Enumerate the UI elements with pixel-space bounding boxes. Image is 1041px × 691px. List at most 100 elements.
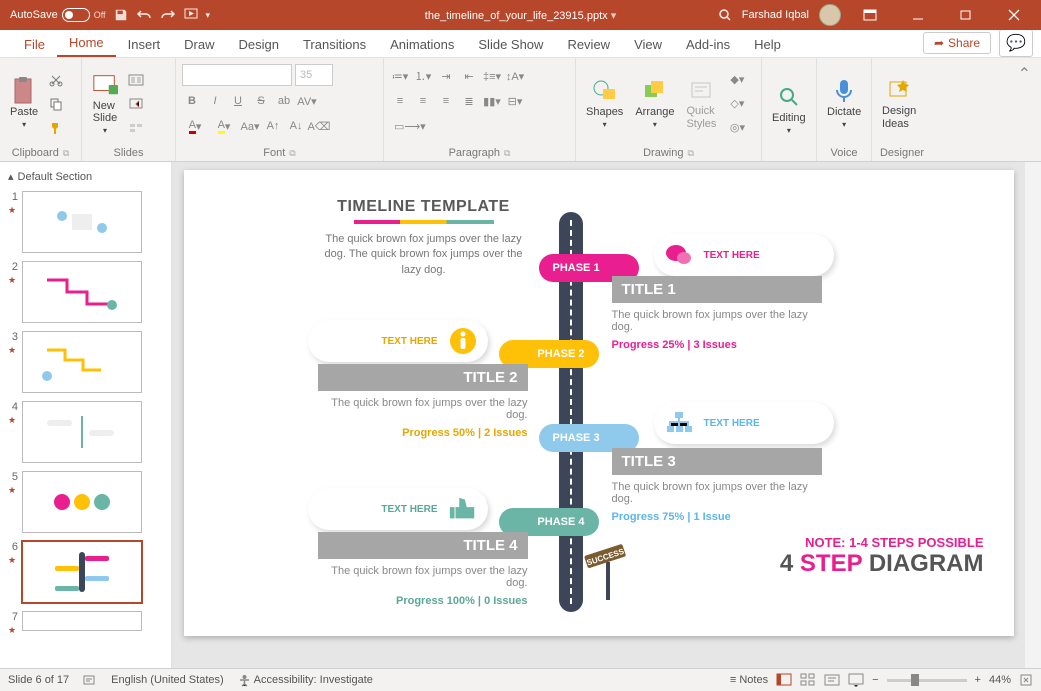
thumbnail-4[interactable]: 4★: [0, 397, 171, 467]
grow-font-button[interactable]: A↑: [263, 116, 283, 136]
comments-button[interactable]: 💬: [999, 29, 1033, 57]
tab-slideshow[interactable]: Slide Show: [466, 32, 555, 57]
tab-home[interactable]: Home: [57, 30, 116, 57]
zoom-in-button[interactable]: +: [975, 674, 981, 686]
columns-button[interactable]: ▮▮▾: [482, 91, 502, 111]
spellcheck-button[interactable]: [83, 673, 97, 687]
spacing-button[interactable]: AV▾: [297, 91, 317, 111]
ribbon-display-button[interactable]: [851, 0, 889, 30]
italic-button[interactable]: I: [205, 91, 225, 111]
share-button[interactable]: ➦Share: [923, 32, 991, 54]
tab-file[interactable]: File: [12, 32, 57, 57]
justify-button[interactable]: ≣: [459, 91, 479, 111]
tab-help[interactable]: Help: [742, 32, 793, 57]
vertical-scrollbar[interactable]: [1025, 162, 1041, 668]
thumbnail-7[interactable]: 7★: [0, 607, 171, 640]
save-button[interactable]: [114, 8, 128, 22]
increase-list-button[interactable]: ⇥: [436, 66, 456, 86]
accessibility-button[interactable]: Accessibility: Investigate: [238, 674, 373, 687]
design-ideas-button[interactable]: Design Ideas: [878, 75, 920, 131]
notes-button[interactable]: ≡ Notes: [730, 674, 768, 686]
qat-customize-button[interactable]: ▾: [206, 10, 211, 21]
font-color-button[interactable]: A▾: [182, 116, 208, 136]
underline-button[interactable]: U: [228, 91, 248, 111]
autosave-toggle[interactable]: AutoSave Off: [10, 8, 106, 22]
sorter-view-button[interactable]: [800, 673, 816, 687]
shape-fill-button[interactable]: ◆▾: [724, 70, 750, 90]
cut-button[interactable]: [46, 70, 66, 90]
normal-view-button[interactable]: [776, 673, 792, 687]
font-dialog-launcher[interactable]: ⧉: [289, 148, 295, 159]
tab-animations[interactable]: Animations: [378, 32, 466, 57]
slide-canvas[interactable]: TIMELINE TEMPLATE The quick brown fox ju…: [184, 170, 1014, 636]
align-left-button[interactable]: ≡: [390, 91, 410, 111]
new-slide-button[interactable]: New Slide▾: [88, 70, 122, 137]
section-header[interactable]: ▴Default Section: [0, 166, 171, 187]
zoom-level[interactable]: 44%: [989, 674, 1011, 686]
clipboard-dialog-launcher[interactable]: ⧉: [63, 148, 69, 159]
strike-button[interactable]: S: [251, 91, 271, 111]
undo-button[interactable]: [136, 8, 152, 22]
phase-1-pill[interactable]: TEXT HERE: [654, 234, 834, 276]
phase-2-pill[interactable]: TEXT HERE: [308, 320, 488, 362]
align-center-button[interactable]: ≡: [413, 91, 433, 111]
tab-view[interactable]: View: [622, 32, 674, 57]
reading-view-button[interactable]: [824, 673, 840, 687]
dictate-button[interactable]: Dictate▾: [823, 76, 865, 131]
redo-button[interactable]: [160, 8, 176, 22]
thumbnail-6[interactable]: 6★: [0, 537, 171, 607]
shrink-font-button[interactable]: A↓: [286, 116, 306, 136]
user-avatar[interactable]: [819, 4, 841, 26]
clear-format-button[interactable]: A⌫: [309, 116, 329, 136]
success-sign[interactable]: SUCCESS: [579, 542, 639, 592]
title-4-block[interactable]: TITLE 4 The quick brown fox jumps over t…: [318, 532, 528, 607]
text-direction-button[interactable]: ↕A▾: [505, 66, 525, 86]
reset-button[interactable]: [126, 94, 146, 114]
format-painter-button[interactable]: [46, 118, 66, 138]
section-button[interactable]: [126, 118, 146, 138]
copy-button[interactable]: [46, 94, 66, 114]
drawing-dialog-launcher[interactable]: ⧉: [687, 148, 693, 159]
slideshow-view-button[interactable]: [848, 673, 864, 687]
slide-counter[interactable]: Slide 6 of 17: [8, 674, 69, 686]
decrease-list-button[interactable]: ⇤: [459, 66, 479, 86]
minimize-button[interactable]: [899, 0, 937, 30]
shadow-button[interactable]: ab: [274, 91, 294, 111]
zoom-slider[interactable]: [887, 679, 967, 682]
font-family-combo[interactable]: [182, 64, 292, 86]
layout-button[interactable]: [126, 70, 146, 90]
title-3-block[interactable]: TITLE 3 The quick brown fox jumps over t…: [612, 448, 822, 523]
quick-styles-button[interactable]: Quick Styles: [682, 75, 720, 131]
title-1-block[interactable]: TITLE 1 The quick brown fox jumps over t…: [612, 276, 822, 351]
search-button[interactable]: [718, 8, 732, 22]
maximize-button[interactable]: [947, 0, 985, 30]
highlight-button[interactable]: A▾: [211, 116, 237, 136]
zoom-out-button[interactable]: −: [872, 674, 878, 686]
bold-button[interactable]: B: [182, 91, 202, 111]
tab-transitions[interactable]: Transitions: [291, 32, 378, 57]
tab-review[interactable]: Review: [555, 32, 622, 57]
slide-editor[interactable]: TIMELINE TEMPLATE The quick brown fox ju…: [172, 162, 1025, 668]
tab-design[interactable]: Design: [227, 32, 291, 57]
tab-addins[interactable]: Add-ins: [674, 32, 742, 57]
close-button[interactable]: [995, 0, 1033, 30]
editing-button[interactable]: Editing▾: [768, 82, 810, 137]
align-text-button[interactable]: ⊟▾: [505, 91, 525, 111]
shape-effects-button[interactable]: ◎▾: [724, 118, 750, 138]
phase-4-pill[interactable]: TEXT HERE: [308, 488, 488, 530]
thumbnail-5[interactable]: 5★: [0, 467, 171, 537]
diagram-note[interactable]: NOTE: 1-4 STEPS POSSIBLE 4 STEP DIAGRAM: [780, 535, 984, 578]
line-spacing-button[interactable]: ‡≡▾: [482, 66, 502, 86]
numbering-button[interactable]: ⒈▾: [413, 66, 433, 86]
title-section[interactable]: TIMELINE TEMPLATE The quick brown fox ju…: [314, 198, 534, 278]
align-right-button[interactable]: ≡: [436, 91, 456, 111]
collapse-ribbon-button[interactable]: ⌃: [1018, 58, 1041, 161]
phase-3-pill[interactable]: TEXT HERE: [654, 402, 834, 444]
thumbnail-2[interactable]: 2★: [0, 257, 171, 327]
shape-outline-button[interactable]: ◇▾: [724, 94, 750, 114]
tab-insert[interactable]: Insert: [116, 32, 173, 57]
fit-to-window-button[interactable]: [1019, 673, 1033, 687]
arrange-button[interactable]: Arrange▾: [631, 76, 678, 131]
convert-smartart-button[interactable]: ▭⟶▾: [390, 116, 430, 136]
change-case-button[interactable]: Aa▾: [240, 116, 260, 136]
